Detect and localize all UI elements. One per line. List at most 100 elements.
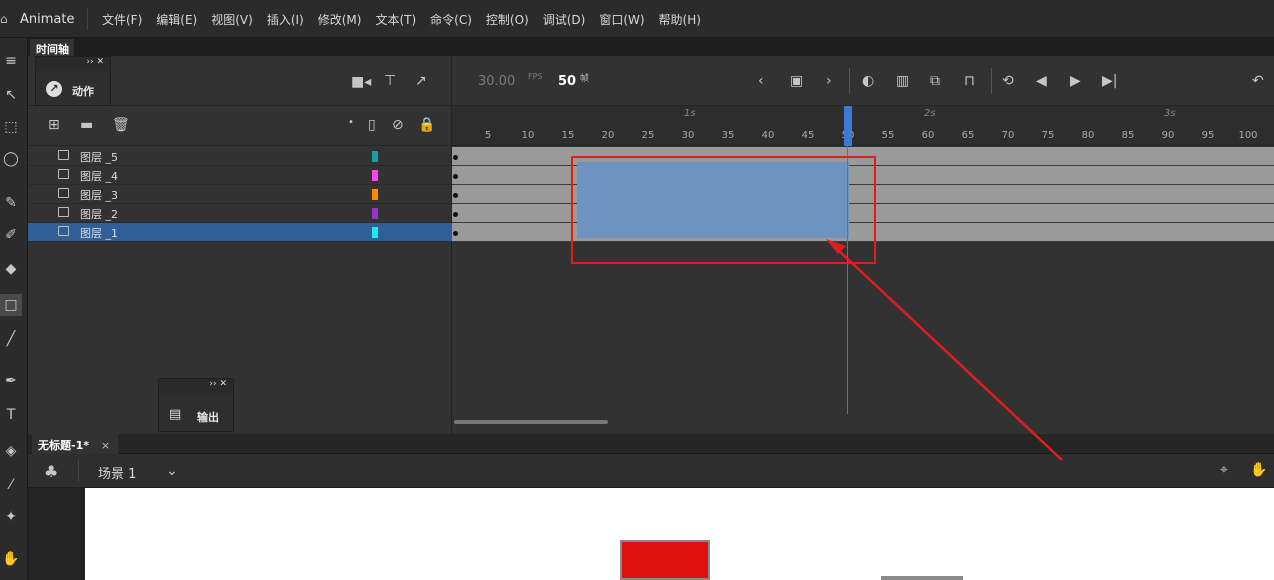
keyframe-dot[interactable] <box>453 155 458 160</box>
layer-color-swatch[interactable] <box>372 189 378 200</box>
brush-tool-icon[interactable]: ✎ <box>0 192 22 214</box>
layer-name: 图层 _2 <box>80 208 118 221</box>
menu-debug[interactable]: 调试(D) <box>543 11 586 28</box>
highlight-dot-icon[interactable]: • <box>348 117 354 128</box>
center-frame-icon[interactable]: ⊓ <box>964 73 975 89</box>
frame-number: 65 <box>961 130 975 141</box>
onion-outline-icon[interactable]: ▥ <box>896 73 909 89</box>
layer-color-swatch[interactable] <box>372 208 378 219</box>
document-title: 无标题-1* <box>38 439 89 452</box>
menu-view[interactable]: 视图(V) <box>211 11 253 28</box>
timeline-tab[interactable]: 时间轴 <box>30 39 74 57</box>
onion-skin-icon[interactable]: ◐ <box>862 73 874 89</box>
menu-bar: ⌂ Animate 文件(F) 编辑(E) 视图(V) 插入(I) 修改(M) … <box>0 0 1274 38</box>
insert-keyframe-icon[interactable]: ▣ <box>790 73 803 89</box>
red-rectangle-shape[interactable] <box>620 540 710 580</box>
toolbar-separator <box>849 68 850 94</box>
free-transform-icon[interactable]: ⬚ <box>0 116 22 138</box>
visibility-icon[interactable]: ⊘ <box>392 117 404 133</box>
menu-text[interactable]: 文本(T) <box>375 11 416 28</box>
keyframe-dot[interactable] <box>453 193 458 198</box>
camera-icon[interactable]: ■◂ <box>351 74 371 90</box>
step-back-icon[interactable]: ◀ <box>1036 73 1047 89</box>
panel-menu-icon[interactable]: ≡ <box>0 50 22 72</box>
fps-unit: FPS <box>528 72 543 81</box>
pin-tool-icon[interactable]: ✦ <box>0 506 22 528</box>
toolbar-separator <box>991 68 992 94</box>
layer-row[interactable]: 图层 _2 <box>28 204 452 223</box>
playhead-handle[interactable] <box>844 106 852 146</box>
layer-parenting-icon[interactable]: ⊤ <box>384 73 396 89</box>
frame-number: 5 <box>484 130 492 141</box>
frame-number: 60 <box>921 130 935 141</box>
close-icon[interactable]: × <box>101 439 110 452</box>
layer-row-selected[interactable]: 图层 _1 <box>28 223 452 242</box>
chevron-down-icon[interactable]: ⌄ <box>166 463 178 479</box>
panel-header[interactable]: ›› ✕ <box>159 379 233 393</box>
lock-icon[interactable]: 🔒 <box>418 117 435 133</box>
frame-number: 15 <box>561 130 575 141</box>
current-frame[interactable]: 50 <box>558 74 576 89</box>
graph-icon[interactable]: ↗ <box>415 73 427 89</box>
frame-ruler[interactable]: 1s 2s 3s 5 10 15 20 25 30 35 40 45 50 55… <box>452 106 1274 146</box>
new-layer-icon[interactable]: ⊞ <box>48 117 60 133</box>
scene-label[interactable]: 场景 1 <box>98 463 136 482</box>
horizontal-scrollbar[interactable] <box>454 420 608 424</box>
menu-separator <box>87 8 88 30</box>
menu-insert[interactable]: 插入(I) <box>267 11 304 28</box>
frame-number: 75 <box>1041 130 1055 141</box>
edit-multiple-icon[interactable]: ⧉ <box>930 73 940 89</box>
outline-icon[interactable]: ▯ <box>368 117 376 133</box>
loop-icon[interactable]: ⟲ <box>1002 73 1014 89</box>
menu-file[interactable]: 文件(F) <box>102 11 142 28</box>
layer-row[interactable]: 图层 _3 <box>28 185 452 204</box>
delete-icon[interactable]: 🗑 <box>112 117 130 133</box>
pencil-tool-icon[interactable]: ✐ <box>0 224 22 246</box>
keyframe-dot[interactable] <box>453 231 458 236</box>
center-stage-icon[interactable]: ⌖ <box>1220 462 1228 478</box>
keyframe-dot[interactable] <box>453 174 458 179</box>
layer-color-swatch[interactable] <box>372 170 378 181</box>
layer-icon <box>58 150 69 160</box>
monitor-icon: ▤ <box>169 407 182 422</box>
selection-tool-icon[interactable]: ↖ <box>0 84 22 106</box>
document-tab[interactable]: 无标题-1* × <box>32 434 119 454</box>
layer-name: 图层 _4 <box>80 170 118 183</box>
hand-tool-icon[interactable]: ✋ <box>0 548 22 570</box>
play-icon[interactable]: ▶ <box>1070 73 1081 89</box>
frame-number: 95 <box>1201 130 1215 141</box>
keyframe-dot[interactable] <box>453 212 458 217</box>
home-icon[interactable]: ⌂ <box>0 12 8 26</box>
menu-control[interactable]: 控制(O) <box>486 11 529 28</box>
rectangle-tool-icon[interactable]: □ <box>0 294 22 316</box>
lasso-tool-icon[interactable]: ◯ <box>0 148 22 170</box>
menu-window[interactable]: 窗口(W) <box>599 11 644 28</box>
menu-modify[interactable]: 修改(M) <box>318 11 362 28</box>
scene-icon[interactable]: ♣ <box>44 462 58 481</box>
pen-tool-icon[interactable]: ✒ <box>0 370 22 392</box>
undo-icon[interactable]: ↶ <box>1252 73 1264 89</box>
rotate-tool-icon[interactable]: ✋ <box>1250 462 1267 478</box>
line-tool-icon[interactable]: ╱ <box>0 328 22 350</box>
eyedropper-icon[interactable]: ⁄ <box>0 474 22 496</box>
layer-row[interactable]: 图层 _4 <box>28 166 452 185</box>
layer-icon <box>58 226 69 236</box>
paint-bucket-icon[interactable]: ◈ <box>0 440 22 462</box>
prev-keyframe-icon[interactable]: ‹ <box>758 73 764 89</box>
new-folder-icon[interactable]: ▬ <box>80 117 93 133</box>
panel-header[interactable]: ›› ✕ <box>36 57 110 71</box>
gray-rectangle-shape[interactable] <box>881 576 963 580</box>
next-keyframe-icon[interactable]: › <box>826 73 832 89</box>
menu-edit[interactable]: 编辑(E) <box>156 11 197 28</box>
menu-help[interactable]: 帮助(H) <box>659 11 701 28</box>
step-forward-icon[interactable]: ▶| <box>1102 73 1117 89</box>
layer-color-swatch[interactable] <box>372 227 378 238</box>
menu-commands[interactable]: 命令(C) <box>430 11 472 28</box>
layer-row[interactable]: 图层 _5 <box>28 147 452 166</box>
frame-number: 100 <box>1238 130 1258 141</box>
eraser-tool-icon[interactable]: ◆ <box>0 258 22 280</box>
layer-name: 图层 _5 <box>80 151 118 164</box>
layer-color-swatch[interactable] <box>372 151 378 162</box>
fps-value[interactable]: 30.00 <box>478 74 515 89</box>
text-tool-icon[interactable]: T <box>0 404 22 426</box>
